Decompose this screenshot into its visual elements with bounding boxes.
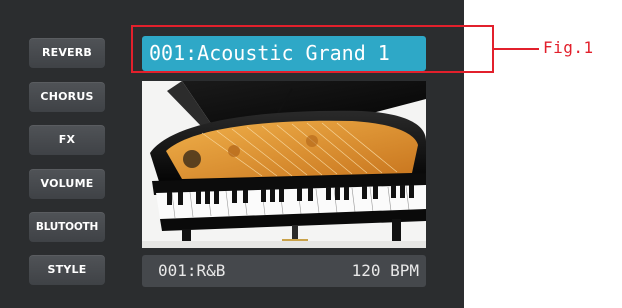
bluetooth-button[interactable]: BLUTOOTH	[29, 212, 105, 242]
grand-piano-icon	[142, 81, 426, 248]
fig-callout-box	[131, 25, 494, 73]
fig-callout-leader-line	[494, 48, 539, 50]
grand-piano-image	[142, 81, 426, 248]
style-button[interactable]: STYLE	[29, 255, 105, 285]
style-name-text: 001:R&B	[158, 261, 226, 280]
chorus-button[interactable]: CHORUS	[29, 82, 105, 112]
tempo-readout: 120 BPM	[351, 261, 419, 280]
volume-button[interactable]: VOLUME	[29, 169, 105, 199]
fig-label: Fig.1	[543, 38, 594, 57]
reverb-button[interactable]: REVERB	[29, 38, 105, 68]
style-status-bar: 001:R&B 120 BPM	[142, 255, 426, 287]
fx-button[interactable]: FX	[29, 125, 105, 155]
